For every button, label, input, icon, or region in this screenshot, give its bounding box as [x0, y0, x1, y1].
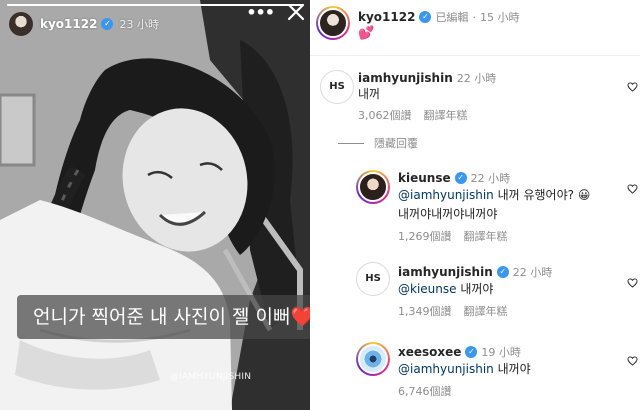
reply-item: kieunse ✓ 22 小時 @iamhyunjishin 내꺼 유행어야? …: [310, 166, 640, 246]
separator-dot: ·: [472, 10, 476, 24]
verified-badge-icon: ✓: [101, 18, 114, 30]
close-icon[interactable]: [284, 0, 308, 24]
reply-avatar[interactable]: HS: [356, 262, 390, 296]
heart-icon[interactable]: [627, 184, 638, 194]
comment-username[interactable]: iamhyunjishin: [358, 71, 453, 85]
translate-button[interactable]: 翻譯年糕: [424, 107, 468, 123]
reply-timestamp: 22 小時: [470, 172, 511, 185]
comment-text: 내꺼: [358, 87, 381, 101]
reply-like-count[interactable]: 1,269個讚: [398, 228, 452, 244]
post-comments-panel: kyo1122 ✓ 已編輯 · 15 小時 💕 HS iamhyunjishin…: [310, 0, 640, 410]
reply-like-count[interactable]: 6,746個讚: [398, 383, 452, 399]
reply-avatar[interactable]: [356, 170, 390, 204]
story-avatar[interactable]: [8, 11, 34, 37]
reply-timestamp: 19 小時: [481, 346, 521, 359]
reply-mention-link[interactable]: @iamhyunjishin: [398, 188, 494, 202]
translate-button[interactable]: 翻譯年糕: [464, 228, 508, 244]
comment-like-count[interactable]: 3,062個讚: [358, 107, 412, 123]
post-timestamp: 15 小時: [479, 11, 520, 24]
hide-replies-button[interactable]: 隱藏回覆: [338, 135, 418, 151]
divider-line: [338, 142, 364, 144]
reply-username[interactable]: xeesoxee: [398, 345, 461, 359]
verified-badge-icon: ✓: [454, 172, 467, 184]
reply-text: 내꺼야: [456, 282, 494, 296]
heart-icon[interactable]: [627, 278, 638, 288]
story-watermark: @IAMHYUNJISHIN: [170, 372, 252, 382]
reply-text: 내꺼야: [493, 362, 531, 376]
translate-button[interactable]: 翻譯年糕: [464, 303, 508, 319]
more-horizontal-icon[interactable]: •••: [246, 3, 275, 22]
post-edited-label: 已編輯: [435, 11, 469, 24]
reply-avatar[interactable]: [356, 342, 390, 376]
story-text-caption: 언니가 찍어준 내 사진이 젤 이뻐❤️: [17, 295, 310, 339]
reply-like-count[interactable]: 1,349個讚: [398, 303, 452, 319]
comment-item: HS iamhyunjishin 22 小時 내꺼 3,062個讚 翻譯年糕: [310, 66, 640, 126]
heart-icon[interactable]: [627, 82, 638, 92]
reply-timestamp: 22 小時: [512, 266, 553, 279]
post-header: kyo1122 ✓ 已編輯 · 15 小時 💕: [310, 0, 640, 56]
reply-mention-link[interactable]: @iamhyunjishin: [398, 362, 494, 376]
reply-mention-link[interactable]: @kieunse: [398, 282, 457, 296]
verified-badge-icon: ✓: [419, 11, 432, 23]
reply-text-line2: 내꺼야내꺼야내꺼야: [398, 207, 498, 221]
post-caption: 💕: [358, 26, 375, 41]
comment-avatar[interactable]: HS: [320, 70, 354, 104]
verified-badge-icon: ✓: [496, 266, 509, 278]
story-viewer: kyo1122 ✓ 23 小時 ••• 언니가 찍어준 내 사진이 젤 이뻐❤️…: [0, 0, 310, 410]
post-author-avatar[interactable]: [316, 6, 350, 40]
reply-item: xeesoxee ✓ 19 小時 @iamhyunjishin 내꺼야 6,74…: [310, 340, 640, 404]
reply-username[interactable]: iamhyunjishin: [398, 265, 493, 279]
reply-item: HS iamhyunjishin ✓ 22 小時 @kieunse 내꺼야 1,…: [310, 258, 640, 322]
reply-text: 내꺼 유행어야? 😀: [493, 188, 591, 202]
reply-username[interactable]: kieunse: [398, 171, 451, 185]
comment-timestamp: 22 小時: [456, 72, 497, 85]
story-photo: [0, 0, 310, 410]
verified-badge-icon: ✓: [465, 346, 478, 358]
hide-replies-label: 隱藏回覆: [374, 137, 418, 150]
post-author-username[interactable]: kyo1122: [358, 10, 415, 24]
heart-icon[interactable]: [627, 356, 638, 366]
story-timestamp: 23 小時: [119, 18, 159, 31]
story-username[interactable]: kyo1122: [40, 17, 97, 31]
